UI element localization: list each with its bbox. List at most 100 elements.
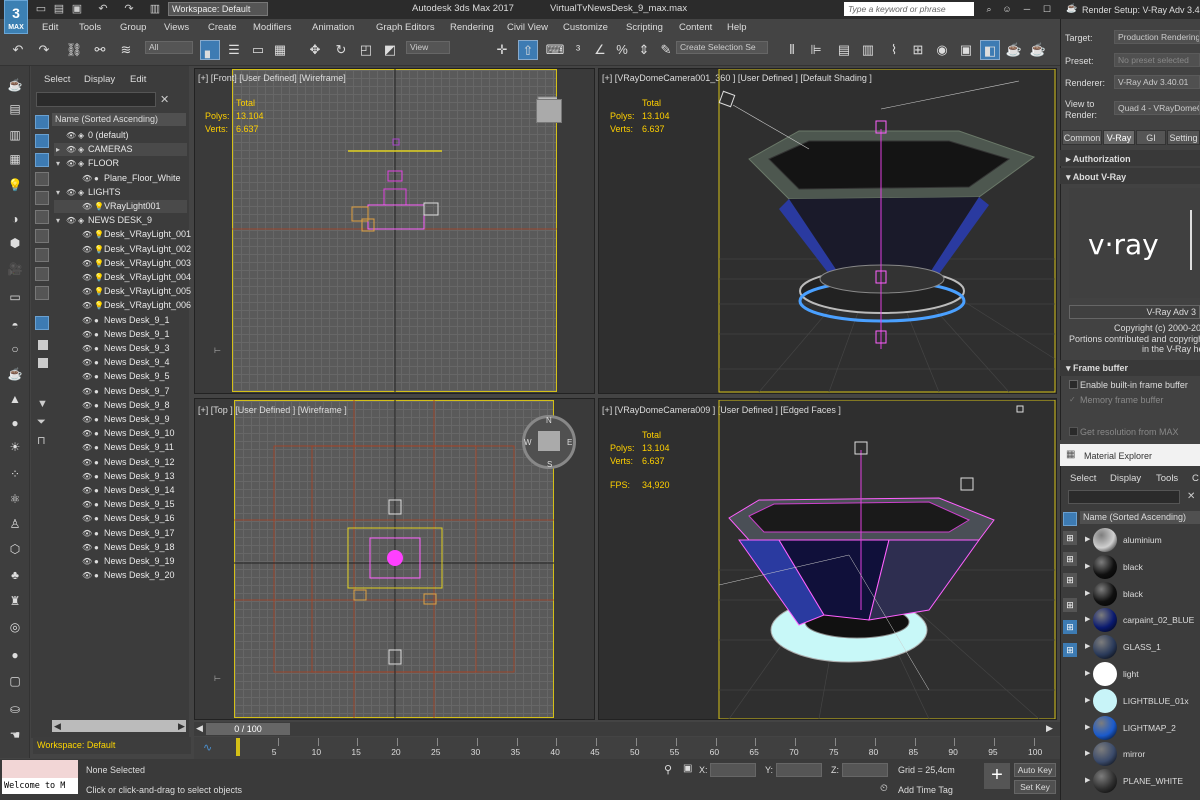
scene-tab-display[interactable]: Display: [84, 74, 115, 85]
me-tab-customize[interactable]: C: [1192, 473, 1199, 484]
align-icon[interactable]: ⊫: [806, 40, 826, 60]
visibility-eye-icon[interactable]: 👁: [82, 299, 92, 312]
scene-row[interactable]: 👁 ● News Desk_9_20: [54, 569, 187, 582]
redo-icon[interactable]: ↷: [34, 40, 54, 60]
sphere-icon[interactable]: ○: [5, 340, 25, 358]
scene-scrollbar[interactable]: [52, 720, 186, 732]
dome-icon[interactable]: ◓: [5, 316, 25, 334]
x-field[interactable]: [710, 763, 756, 777]
me-list-header[interactable]: Name (Sorted Ascending): [1080, 511, 1200, 524]
tab-common[interactable]: Common: [1062, 130, 1102, 145]
material-row[interactable]: ▶ GLASS_1: [1085, 634, 1200, 660]
auto-key-button[interactable]: Auto Key: [1014, 763, 1056, 777]
z-field[interactable]: [842, 763, 888, 777]
memory-fb-checkbox[interactable]: ✓: [1069, 395, 1076, 404]
layer-explorer-icon[interactable]: ▤: [834, 40, 854, 60]
rendered-frame-window-icon[interactable]: ◧: [980, 40, 1000, 60]
curve-mini-icon[interactable]: ∿: [203, 741, 212, 754]
menu-group[interactable]: Group: [120, 22, 146, 33]
time-cursor[interactable]: [236, 738, 240, 756]
visibility-eye-icon[interactable]: 👁: [82, 541, 92, 554]
visibility-eye-icon[interactable]: 👁: [82, 328, 92, 341]
scene-row[interactable]: 👁 ◈ 0 (default): [54, 129, 187, 142]
preset-dropdown[interactable]: No preset selected: [1114, 53, 1200, 67]
display-spacewarps-icon[interactable]: [35, 229, 49, 243]
node-icon[interactable]: ⬢: [5, 234, 25, 252]
workspace-selector[interactable]: Workspace: Default: [33, 737, 191, 754]
mirror-icon[interactable]: ⫴: [782, 40, 802, 60]
tab-gi[interactable]: GI: [1136, 130, 1166, 145]
filter-icon[interactable]: ▼: [37, 398, 48, 410]
menu-content[interactable]: Content: [679, 22, 712, 33]
keyboard-shortcut-icon[interactable]: ⌨: [545, 40, 565, 60]
curve-editor-icon[interactable]: ⌇: [884, 40, 904, 60]
collapse-icon[interactable]: ▾: [56, 157, 60, 170]
placement-icon[interactable]: ◩: [380, 40, 400, 60]
panel-icon[interactable]: ▥: [5, 126, 25, 144]
visibility-eye-icon[interactable]: 👁: [66, 157, 76, 170]
light-bulb-icon[interactable]: 💡: [5, 176, 25, 194]
unlink-icon[interactable]: ⚯: [90, 40, 110, 60]
visibility-eye-icon[interactable]: 👁: [66, 129, 76, 142]
scene-row[interactable]: 👁 💡 Desk_VRayLight_006: [54, 299, 191, 312]
menu-tools[interactable]: Tools: [79, 22, 101, 33]
next-frame-icon[interactable]: ▶: [1046, 723, 1053, 734]
expand-material-icon[interactable]: ▶: [1085, 669, 1090, 677]
collapse-icon[interactable]: ▾: [56, 186, 60, 199]
visibility-eye-icon[interactable]: 👁: [82, 370, 92, 383]
menu-rendering[interactable]: Rendering: [450, 22, 494, 33]
view-cube[interactable]: [536, 99, 562, 123]
scene-row[interactable]: 👁 💡 VRayLight001: [54, 200, 187, 213]
tab-settings[interactable]: Setting: [1167, 130, 1200, 145]
sign-in-icon[interactable]: ☺: [1000, 3, 1014, 15]
link-icon[interactable]: ⛓: [64, 40, 84, 60]
scene-row[interactable]: 👁 ● News Desk_9_8: [54, 399, 187, 412]
scene-row[interactable]: 👁 ● News Desk_9_14: [54, 484, 187, 497]
material-row[interactable]: ▶ mirror: [1085, 741, 1200, 767]
scene-row[interactable]: 👁 ● News Desk_9_17: [54, 527, 187, 540]
track-bar[interactable]: [194, 737, 1060, 759]
scroll-right-icon[interactable]: ▶: [178, 721, 185, 732]
display-geometry-icon[interactable]: [35, 134, 49, 148]
set-key-icon[interactable]: +: [984, 763, 1010, 789]
sphere-tool-icon[interactable]: ◑: [5, 210, 25, 228]
search-icon[interactable]: ⌕: [982, 3, 996, 15]
time-slider[interactable]: [194, 722, 1060, 736]
move-icon[interactable]: ✥: [305, 40, 325, 60]
funnel-icon[interactable]: ⏷: [37, 416, 46, 429]
me-display-scene-icon[interactable]: [1063, 512, 1077, 526]
teapot-icon[interactable]: ☕: [5, 76, 25, 94]
display-xrefs-icon[interactable]: [35, 267, 49, 281]
view-to-render-dropdown[interactable]: Quad 4 - VRayDomeC: [1114, 101, 1200, 115]
visibility-eye-icon[interactable]: 👁: [82, 243, 92, 256]
maximize-icon[interactable]: ☐: [1040, 3, 1054, 15]
me-search-input[interactable]: [1068, 490, 1180, 504]
display-cameras-icon[interactable]: [35, 191, 49, 205]
visibility-eye-icon[interactable]: 👁: [82, 470, 92, 483]
visibility-eye-icon[interactable]: 👁: [82, 314, 92, 327]
scene-row[interactable]: 👁 ● News Desk_9_16: [54, 512, 187, 525]
expand-material-icon[interactable]: ▶: [1085, 696, 1090, 704]
undo-icon[interactable]: ↶: [96, 2, 110, 16]
visibility-eye-icon[interactable]: 👁: [82, 257, 92, 270]
display-invert-icon[interactable]: [38, 358, 48, 368]
visibility-eye-icon[interactable]: 👁: [82, 228, 92, 241]
scene-tab-select[interactable]: Select: [44, 74, 70, 85]
hex-icon[interactable]: ⬡: [5, 540, 25, 558]
reference-coord-dropdown[interactable]: View: [406, 41, 450, 54]
scene-list-header[interactable]: Name (Sorted Ascending): [52, 113, 186, 126]
scene-row[interactable]: 👁 💡 Desk_VRayLight_002: [54, 243, 191, 256]
bucket-icon[interactable]: ⛀: [5, 700, 25, 718]
display-helpers-icon[interactable]: [35, 210, 49, 224]
scene-row[interactable]: 👁 💡 Desk_VRayLight_001: [54, 228, 191, 241]
scene-row[interactable]: ▸ 👁 ◈ CAMERAS: [54, 143, 187, 157]
figure-icon[interactable]: ♙: [5, 515, 25, 533]
named-selection-dropdown[interactable]: Create Selection Se: [676, 41, 768, 54]
minimize-icon[interactable]: ─: [1020, 3, 1034, 15]
visibility-eye-icon[interactable]: 👁: [82, 456, 92, 469]
search-input[interactable]: Type a keyword or phrase: [844, 2, 974, 16]
select-by-name-icon[interactable]: ☰: [224, 40, 244, 60]
material-row[interactable]: ▶ black: [1085, 581, 1200, 607]
target-dropdown[interactable]: Production Rendering: [1114, 30, 1200, 44]
visibility-eye-icon[interactable]: 👁: [82, 441, 92, 454]
